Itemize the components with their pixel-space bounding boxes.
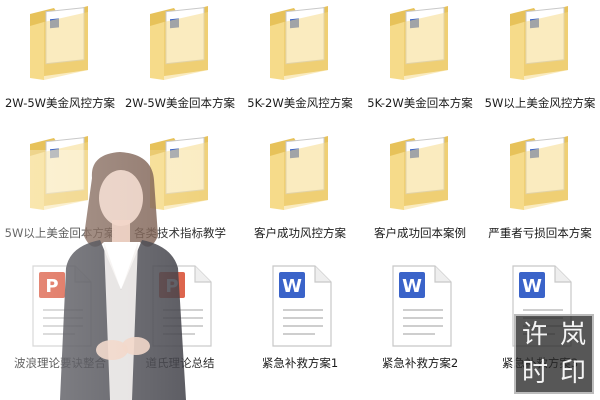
file-name-label: 客户成功风控方案 bbox=[254, 226, 346, 240]
svg-text:P: P bbox=[165, 276, 178, 297]
file-name-label: 客户成功回本案例 bbox=[374, 226, 466, 240]
folder-item[interactable]: 5K-2W美金风控方案 bbox=[240, 4, 360, 134]
svg-text:W: W bbox=[522, 276, 542, 297]
folder-icon bbox=[0, 4, 120, 92]
file-name-label: 道氏理论总结 bbox=[145, 356, 215, 370]
file-name-label: 紧急补救方案1 bbox=[261, 356, 339, 370]
file-name-label: 紧急补救方案2 bbox=[381, 356, 459, 370]
seal-watermark: 许 岚 时 印 bbox=[514, 314, 594, 394]
file-item[interactable]: W 紧急补救方案2 bbox=[360, 264, 480, 394]
folder-icon bbox=[360, 4, 480, 92]
ppt-file-icon: P bbox=[120, 264, 240, 352]
file-name-label: 严重者亏损回本方案 bbox=[488, 226, 592, 240]
folder-item[interactable]: 客户成功风控方案 bbox=[240, 134, 360, 264]
folder-icon bbox=[480, 134, 600, 222]
svg-text:W: W bbox=[282, 276, 302, 297]
word-file-icon: W bbox=[240, 264, 360, 352]
file-item[interactable]: W 紧急补救方案1 bbox=[240, 264, 360, 394]
folder-icon bbox=[120, 4, 240, 92]
file-name-label: 5W以上美金风控方案 bbox=[484, 96, 596, 110]
file-item[interactable]: P 道氏理论总结 bbox=[120, 264, 240, 394]
file-name-label: 波浪理论要诀整合 bbox=[14, 356, 106, 370]
folder-icon bbox=[360, 134, 480, 222]
folder-item[interactable]: 5W以上美金风控方案 bbox=[480, 4, 600, 134]
svg-text:P: P bbox=[45, 276, 58, 297]
folder-icon bbox=[120, 134, 240, 222]
svg-text:W: W bbox=[402, 276, 422, 297]
folder-item[interactable]: 各类技术指标教学 bbox=[120, 134, 240, 264]
folder-item[interactable]: 2W-5W美金风控方案 bbox=[0, 4, 120, 134]
file-grid: 2W-5W美金风控方案 2W-5W美金回本方案 5K-2W美金风控方案 5K-2… bbox=[0, 0, 600, 400]
word-file-icon: W bbox=[360, 264, 480, 352]
folder-item[interactable]: 2W-5W美金回本方案 bbox=[120, 4, 240, 134]
folder-item[interactable]: 5W以上美金回本方案 bbox=[0, 134, 120, 264]
file-name-label: 5K-2W美金风控方案 bbox=[247, 96, 353, 110]
seal-char: 岚 bbox=[559, 320, 586, 350]
file-name-label: 各类技术指标教学 bbox=[134, 226, 226, 240]
ppt-file-icon: P bbox=[0, 264, 120, 352]
seal-char: 许 bbox=[521, 320, 548, 350]
folder-icon bbox=[240, 4, 360, 92]
file-name-label: 5W以上美金回本方案 bbox=[4, 226, 116, 240]
seal-char: 印 bbox=[559, 358, 586, 388]
folder-icon bbox=[0, 134, 120, 222]
folder-item[interactable]: 5K-2W美金回本方案 bbox=[360, 4, 480, 134]
file-item[interactable]: P 波浪理论要诀整合 bbox=[0, 264, 120, 394]
file-name-label: 5K-2W美金回本方案 bbox=[367, 96, 473, 110]
folder-item[interactable]: 客户成功回本案例 bbox=[360, 134, 480, 264]
folder-item[interactable]: 严重者亏损回本方案 bbox=[480, 134, 600, 264]
file-name-label: 2W-5W美金回本方案 bbox=[124, 96, 236, 110]
seal-char: 时 bbox=[521, 358, 548, 388]
folder-icon bbox=[240, 134, 360, 222]
file-name-label: 2W-5W美金风控方案 bbox=[4, 96, 116, 110]
folder-icon bbox=[480, 4, 600, 92]
